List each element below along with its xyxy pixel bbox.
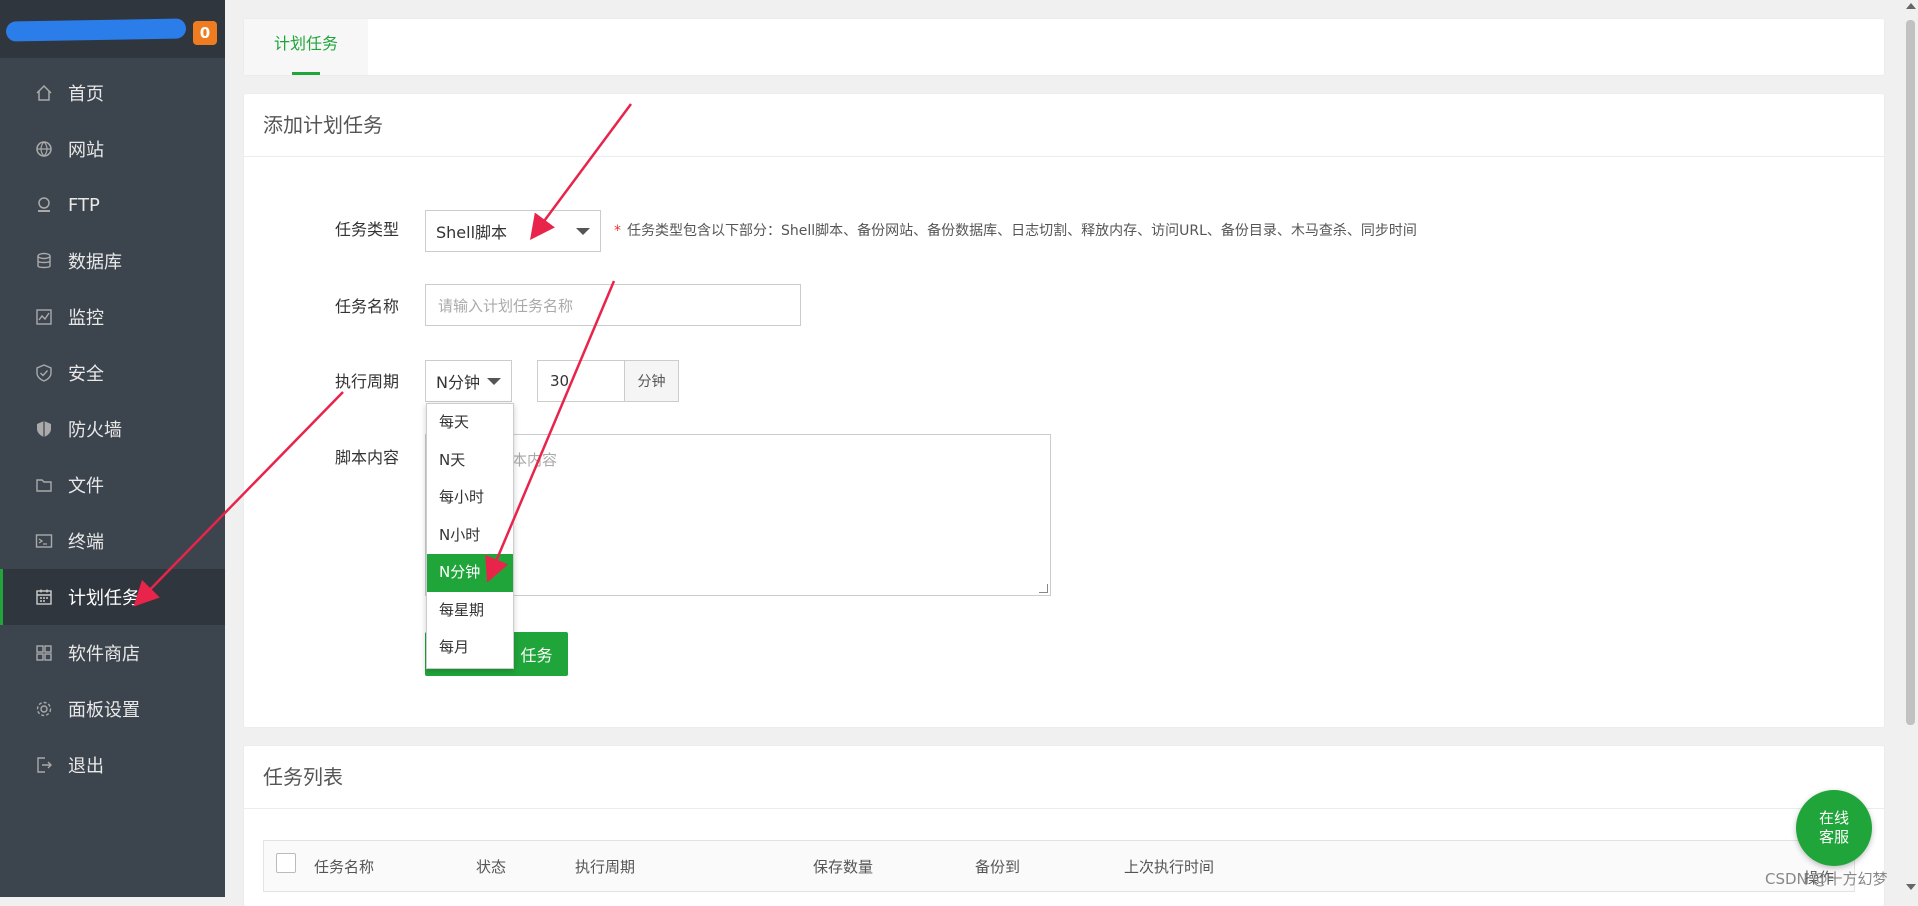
task-name-label: 任务名称 — [335, 297, 400, 316]
script-label: 脚本内容 — [335, 448, 400, 467]
sidebar-menu: 首页 网站 FTP 数据库 监控 安全 防火墙 文件 终端 计划任务 软件商店 … — [0, 65, 225, 793]
scroll-down-icon[interactable] — [1906, 884, 1916, 890]
sidebar-item-terminal[interactable]: 终端 — [0, 513, 225, 569]
script-textarea[interactable]: 本内容 — [425, 434, 1051, 596]
cycle-option-n-hours[interactable]: N小时 — [427, 517, 513, 555]
sidebar-item-cron[interactable]: 计划任务 — [0, 569, 225, 625]
sidebar-item-monitor[interactable]: 监控 — [0, 289, 225, 345]
cycle-option-monthly[interactable]: 每月 — [427, 629, 513, 667]
sidebar-header: 0 — [0, 0, 225, 58]
cycle-option-daily[interactable]: 每天 — [427, 404, 513, 442]
notification-badge[interactable]: 0 — [193, 21, 217, 45]
panel-title: 添加计划任务 — [244, 94, 1884, 157]
script-placeholder: 本内容 — [512, 451, 558, 469]
sidebar-item-label: FTP — [68, 194, 100, 216]
cycle-option-weekly[interactable]: 每星期 — [427, 592, 513, 630]
sidebar-item-label: 监控 — [68, 308, 104, 329]
cycle-select[interactable]: N分钟 — [425, 360, 512, 402]
cycle-number-input[interactable]: 30 — [537, 360, 625, 402]
database-icon — [34, 251, 54, 271]
task-type-hint-text: 任务类型包含以下部分：Shell脚本、备份网站、备份数据库、日志切割、释放内存、… — [627, 223, 1417, 239]
cycle-number-value: 30 — [550, 372, 570, 390]
sidebar-item-logout[interactable]: 退出 — [0, 737, 225, 793]
task-list-panel: 任务列表 任务名称 状态 执行周期 保存数量 备份到 上次执行时间 操作 — [244, 746, 1884, 906]
sidebar-item-label: 安全 — [68, 364, 104, 385]
cycle-option-n-minutes[interactable]: N分钟 — [427, 554, 513, 592]
terminal-icon — [34, 531, 54, 551]
calendar-icon — [34, 587, 54, 607]
globe-icon — [34, 139, 54, 159]
gear-icon — [34, 699, 54, 719]
home-icon — [34, 83, 54, 103]
sidebar-item-website[interactable]: 网站 — [0, 121, 225, 177]
firewall-icon — [34, 419, 54, 439]
sidebar-item-label: 防火墙 — [68, 420, 122, 441]
task-table-header: 任务名称 状态 执行周期 保存数量 备份到 上次执行时间 操作 — [263, 840, 1855, 892]
ftp-icon — [34, 195, 54, 215]
monitor-icon — [34, 307, 54, 327]
tabs-bar: 计划任务 — [244, 19, 1884, 75]
sidebar-item-home[interactable]: 首页 — [0, 65, 225, 121]
sidebar-item-label: 计划任务 — [68, 588, 140, 609]
sidebar-item-label: 首页 — [68, 84, 104, 105]
scroll-up-icon[interactable] — [1906, 3, 1916, 9]
cycle-option-hourly[interactable]: 每小时 — [427, 479, 513, 517]
redacted-logo — [5, 18, 187, 42]
task-list-title: 任务列表 — [244, 746, 1884, 809]
sidebar-item-database[interactable]: 数据库 — [0, 233, 225, 289]
sidebar-item-label: 终端 — [68, 532, 104, 553]
task-type-value: Shell脚本 — [436, 223, 508, 242]
shield-check-icon — [34, 363, 54, 383]
col-save-count: 保存数量 — [813, 858, 874, 876]
task-name-placeholder: 请输入计划任务名称 — [438, 296, 574, 315]
support-line-1: 在线 — [1818, 809, 1849, 827]
sidebar-item-settings[interactable]: 面板设置 — [0, 681, 225, 737]
support-line-2: 客服 — [1818, 828, 1849, 846]
tab-underline — [292, 72, 320, 75]
col-status: 状态 — [476, 858, 507, 876]
task-type-label: 任务类型 — [335, 220, 400, 239]
col-backup-to: 备份到 — [975, 858, 1021, 876]
task-name-input[interactable]: 请输入计划任务名称 — [425, 284, 801, 326]
col-cycle: 执行周期 — [575, 858, 636, 876]
cycle-dropdown: 每天 N天 每小时 N小时 N分钟 每星期 每月 — [426, 403, 514, 669]
tab-cron[interactable]: 计划任务 — [244, 19, 368, 75]
task-type-hint: * 任务类型包含以下部分：Shell脚本、备份网站、备份数据库、日志切割、释放内存… — [614, 223, 1417, 239]
sidebar-item-label: 面板设置 — [68, 700, 140, 721]
resize-handle-icon[interactable] — [1039, 584, 1048, 593]
online-support-button[interactable]: 在线 客服 — [1796, 790, 1872, 866]
folder-icon — [34, 475, 54, 495]
logout-icon — [34, 755, 54, 775]
col-last-run: 上次执行时间 — [1124, 858, 1215, 876]
sidebar-item-label: 文件 — [68, 476, 104, 497]
chevron-down-icon — [487, 378, 501, 385]
add-task-button-label: 任务 — [520, 646, 553, 665]
sidebar-item-label: 数据库 — [68, 252, 122, 273]
cycle-unit-addon: 分钟 — [624, 360, 679, 402]
chevron-down-icon — [576, 228, 590, 235]
cycle-label: 执行周期 — [335, 372, 400, 391]
col-task-name: 任务名称 — [314, 858, 375, 876]
sidebar-item-label: 软件商店 — [68, 644, 140, 665]
sidebar-item-ftp[interactable]: FTP — [0, 177, 225, 233]
sidebar-item-label: 退出 — [68, 756, 104, 777]
scrollbar-thumb[interactable] — [1906, 20, 1915, 725]
sidebar-item-files[interactable]: 文件 — [0, 457, 225, 513]
sidebar-item-store[interactable]: 软件商店 — [0, 625, 225, 681]
grid-icon — [34, 643, 54, 663]
sidebar-item-label: 网站 — [68, 140, 104, 161]
cycle-option-n-days[interactable]: N天 — [427, 442, 513, 480]
task-type-select[interactable]: Shell脚本 — [425, 210, 601, 252]
sidebar: 0 首页 网站 FTP 数据库 监控 安全 防火墙 文件 终端 计划任务 软件商… — [0, 0, 225, 897]
cycle-value: N分钟 — [436, 373, 480, 392]
sidebar-item-firewall[interactable]: 防火墙 — [0, 401, 225, 457]
select-all-checkbox[interactable] — [276, 853, 296, 873]
watermark: CSDN @十方幻梦 — [1765, 870, 1888, 888]
sidebar-item-security[interactable]: 安全 — [0, 345, 225, 401]
